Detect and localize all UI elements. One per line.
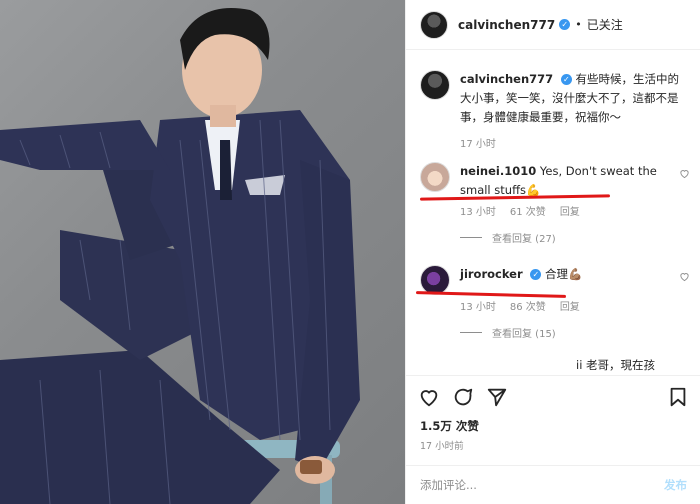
reply-button[interactable]: 回复 <box>560 203 580 218</box>
verified-badge-icon: ✓ <box>530 269 542 280</box>
reply-button[interactable]: 回复 <box>560 298 580 313</box>
heart-icon[interactable] <box>679 168 690 179</box>
caption-time: 17 小时 <box>460 139 496 150</box>
author-username[interactable]: calvinchen777 <box>458 18 555 32</box>
comment-time: 13 小时 <box>460 207 496 218</box>
comment-item: neinei.1010 Yes, Don't sweat the small s… <box>420 162 690 245</box>
follow-status-button[interactable]: 已关注 <box>587 16 623 33</box>
post-panel: calvinchen777 ✓ • 已关注 calvinchen777 ✓ 有些… <box>405 0 700 504</box>
comment-time: 13 小时 <box>460 302 496 313</box>
post-photo <box>0 0 405 504</box>
author-avatar[interactable] <box>420 10 448 39</box>
view-replies-button[interactable]: 查看回复 (15) <box>460 325 690 340</box>
post-comment-button[interactable]: 发布 <box>664 477 687 493</box>
verified-badge-icon: ✓ <box>559 19 571 30</box>
comment-meta: 13 小时 86 次赞 回复 <box>460 298 690 313</box>
comment-input-bar: 添加评论... 发布 <box>406 465 700 504</box>
view-replies-label: 查看回复 (27) <box>492 234 556 245</box>
divider <box>460 332 482 333</box>
verified-badge-icon: ✓ <box>560 74 572 85</box>
comment-text: 合理💪🏽 <box>544 267 583 281</box>
view-replies-button[interactable]: 查看回复 (27) <box>460 230 690 245</box>
post-header: calvinchen777 ✓ • 已关注 <box>406 0 700 50</box>
heart-icon[interactable] <box>679 271 690 282</box>
comment-input[interactable]: 添加评论... <box>420 477 477 493</box>
divider <box>460 237 482 238</box>
comment-body: jirorocker ✓ 合理💪🏽 <box>460 265 670 295</box>
heart-icon[interactable] <box>418 386 440 408</box>
post-time: 17 小时前 <box>420 441 464 452</box>
like-count[interactable]: 1.5万 次赞 <box>420 418 479 434</box>
share-icon[interactable] <box>486 386 508 408</box>
comment-likes[interactable]: 86 次赞 <box>510 298 546 313</box>
partial-comment-text: ii 老哥，現在孩 <box>576 358 656 372</box>
bookmark-icon[interactable] <box>667 386 689 408</box>
post-caption: calvinchen777 ✓ 有些時候，生活中的大小事，笑一笑，沒什麼大不了，… <box>420 70 690 154</box>
comment-item: jirorocker ✓ 合理💪🏽 13 小时 86 次赞 回复 查看回复 (1… <box>420 265 690 340</box>
commenter-username[interactable]: neinei.1010 <box>460 164 536 178</box>
separator-dot: • <box>575 18 582 31</box>
post-actions: 1.5万 次赞 17 小时前 <box>406 375 700 465</box>
view-replies-label: 查看回复 (15) <box>492 329 556 340</box>
comment-icon[interactable] <box>452 386 474 408</box>
caption-username[interactable]: calvinchen777 <box>460 72 553 86</box>
commenter-avatar[interactable] <box>420 162 450 192</box>
comment-meta: 13 小时 61 次赞 回复 <box>460 203 690 218</box>
commenter-username[interactable]: jirorocker <box>460 267 523 281</box>
caption-body: calvinchen777 ✓ 有些時候，生活中的大小事，笑一笑，沒什麼大不了，… <box>460 70 688 154</box>
comment-likes[interactable]: 61 次赞 <box>510 203 546 218</box>
caption-author-avatar[interactable] <box>420 70 450 100</box>
man-in-suit-illustration <box>0 8 360 504</box>
